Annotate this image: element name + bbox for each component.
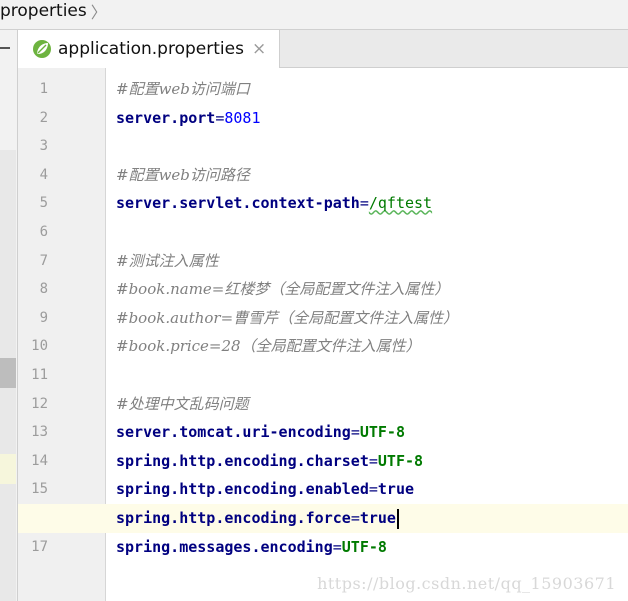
equals-sign: = (359, 194, 369, 213)
spring-leaf-icon (33, 40, 51, 58)
line-number: 1 (39, 81, 48, 97)
minimize-icon[interactable] (0, 47, 10, 49)
tab-application-properties[interactable]: application.properties × (18, 30, 280, 68)
comment-text: #book.author=曹雪芹（全局配置文件注入属性） (116, 308, 459, 327)
comment-text: #book.price=28（全局配置文件注入属性） (116, 337, 421, 356)
line-number: 4 (39, 166, 48, 183)
editor-tab-bar: application.properties × (18, 30, 628, 68)
property-value: UTF-8 (359, 423, 405, 442)
line-number: 7 (39, 252, 48, 269)
comment-text: #处理中文乱码问题 (116, 394, 249, 413)
property-value: UTF-8 (341, 537, 387, 556)
equals-sign: = (368, 480, 378, 499)
code-line[interactable]: #book.author=曹雪芹（全局配置文件注入属性） (116, 304, 458, 333)
code-line[interactable]: #book.price=28（全局配置文件注入属性） (116, 332, 421, 361)
property-value: true (359, 509, 396, 527)
line-number: 12 (31, 395, 48, 412)
equals-sign: = (332, 537, 342, 556)
property-key: spring.messages.encoding (116, 537, 333, 556)
chevron-right-icon: 〉 (90, 2, 107, 22)
equals-sign: = (368, 451, 378, 470)
equals-sign: = (350, 509, 360, 527)
breadcrumb: properties 〉 (0, 0, 628, 30)
text-caret (396, 508, 399, 529)
code-line[interactable]: spring.http.encoding.charset=UTF-8 (116, 447, 423, 476)
code-line[interactable]: #测试注入属性 (116, 247, 219, 276)
property-value: /qftest (368, 194, 433, 213)
property-key: server.servlet.context-path (116, 194, 360, 213)
line-number: 8 (39, 281, 48, 298)
code-line[interactable]: spring.messages.encoding=UTF-8 (116, 533, 387, 562)
comment-text: #配置web访问路径 (116, 165, 250, 184)
code-editor[interactable]: #配置web访问端口 server.port=8081 #配置web访问路径 serv… (18, 68, 628, 601)
tab-label: application.properties (58, 39, 244, 59)
property-key: spring.http.encoding.charset (116, 451, 369, 470)
close-icon[interactable]: × (252, 39, 266, 59)
code-line[interactable]: #配置web访问路径 (116, 161, 250, 190)
code-line[interactable]: server.tomcat.uri-encoding=UTF-8 (116, 418, 405, 447)
property-key: server.port (116, 108, 216, 127)
property-value: UTF-8 (377, 451, 424, 470)
code-line[interactable]: #处理中文乱码问题 (116, 390, 249, 419)
property-key: spring.http.encoding.force (116, 509, 351, 527)
code-line[interactable]: server.port=8081 (116, 104, 261, 133)
comment-text: #配置web访问端口 (116, 80, 250, 98)
code-line[interactable]: spring.http.encoding.force=true (116, 504, 399, 533)
line-number: 17 (31, 538, 48, 555)
project-selection-highlight (0, 454, 16, 484)
comment-text: #book.name=红楼梦（全局配置文件注入属性） (116, 280, 450, 299)
line-number: 13 (31, 424, 48, 441)
line-number: 14 (31, 452, 48, 469)
code-line[interactable]: #book.name=红楼梦（全局配置文件注入属性） (116, 275, 449, 304)
code-line[interactable]: #配置web访问端口 (116, 75, 250, 104)
code-line[interactable]: server.servlet.context-path=/qftest (116, 189, 432, 218)
line-number: 9 (39, 309, 48, 326)
property-key: spring.http.encoding.enabled (116, 480, 369, 499)
comment-text: #测试注入属性 (116, 251, 219, 270)
line-number: 11 (31, 367, 48, 383)
watermark: https://blog.csdn.net/qq_15903671 (317, 574, 616, 593)
equals-sign: = (350, 423, 360, 442)
line-number: 2 (39, 109, 48, 126)
breadcrumb-item[interactable]: properties (0, 1, 87, 21)
property-value: 8081 (224, 108, 261, 127)
line-number: 15 (31, 481, 48, 498)
property-key: server.tomcat.uri-encoding (116, 423, 351, 442)
project-panel-strip (0, 30, 18, 601)
property-value: true (377, 480, 415, 499)
line-number: 5 (39, 195, 48, 212)
line-number: 6 (39, 224, 48, 240)
project-scroll-thumb[interactable] (0, 358, 16, 388)
line-number: 10 (31, 338, 48, 355)
line-number: 3 (39, 138, 48, 155)
code-line[interactable]: spring.http.encoding.enabled=true (116, 475, 414, 504)
